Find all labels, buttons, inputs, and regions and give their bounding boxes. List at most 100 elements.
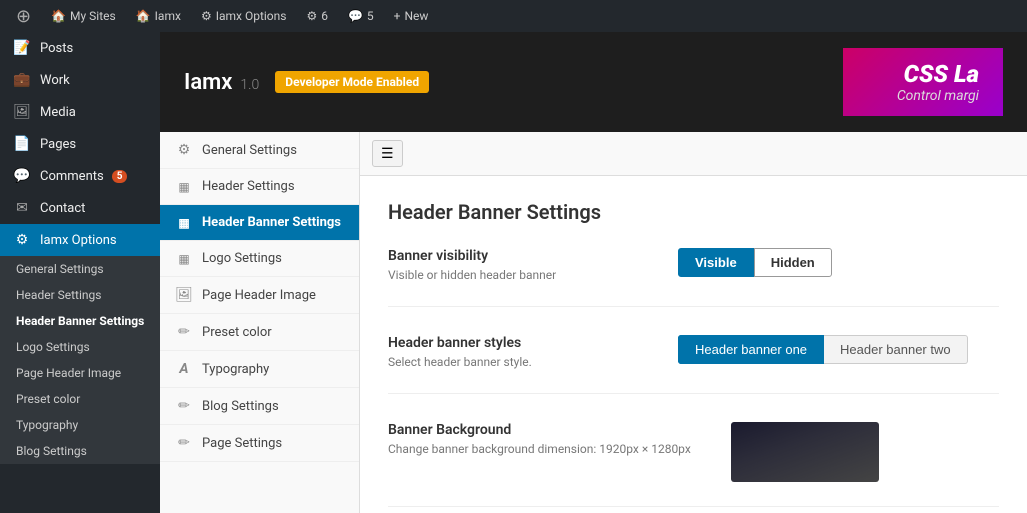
- banner-style-radio-group: Header banner one Header banner two: [678, 335, 968, 364]
- iamx-options-label: Iamx Options: [40, 233, 117, 248]
- nav-header-settings[interactable]: ▦ Header Settings: [160, 169, 359, 205]
- banner-background-row: Banner Background Change banner backgrou…: [388, 422, 999, 482]
- banner-two-btn[interactable]: Header banner two: [824, 335, 968, 364]
- blog-settings-label: Blog Settings: [202, 399, 279, 414]
- logo-settings-icon: ▦: [174, 252, 194, 266]
- settings-nav: ⚙ General Settings ▦ Header Settings ▦ H…: [160, 132, 360, 513]
- comments-label: Comments: [40, 169, 104, 184]
- sidebar-item-contact[interactable]: ✉ Contact: [0, 192, 160, 224]
- my-sites-btn[interactable]: 🏠 My Sites: [43, 0, 124, 32]
- visible-btn[interactable]: Visible: [678, 248, 754, 277]
- plugin-header: Iamx 1.0 Developer Mode Enabled CSS LaCo…: [160, 32, 1027, 132]
- updates-btn[interactable]: ⚙ 6: [298, 0, 336, 32]
- contact-label: Contact: [40, 201, 85, 216]
- page-header-image-label: Page Header Image: [202, 288, 316, 303]
- new-label: New: [404, 9, 428, 23]
- submenu-general-settings[interactable]: General Settings: [0, 256, 160, 282]
- media-label: Media: [40, 105, 76, 120]
- banner-visibility-desc: Visible or hidden header banner: [388, 268, 638, 282]
- media-icon: 🖼: [12, 104, 32, 120]
- logo-settings-label: Logo Settings: [202, 251, 282, 266]
- work-label: Work: [40, 73, 70, 88]
- sidebar: 📝 Posts 💼 Work 🖼 Media 📄 Pages 💬 Comment…: [0, 32, 160, 513]
- submenu-header-settings[interactable]: Header Settings: [0, 282, 160, 308]
- plugin-version: 1.0: [240, 77, 259, 93]
- banner-background-section: Banner Background Change banner backgrou…: [388, 422, 999, 507]
- updates-count: 6: [321, 9, 328, 23]
- submenu-preset-color[interactable]: Preset color: [0, 386, 160, 412]
- site-name-btn[interactable]: 🏠 Iamx: [128, 0, 189, 32]
- header-banner-styles-section: Header banner styles Select header banne…: [388, 335, 999, 394]
- nav-page-header-image[interactable]: 🖼 Page Header Image: [160, 277, 359, 314]
- banner-background-label-col: Banner Background Change banner backgrou…: [388, 422, 691, 456]
- general-settings-label: General Settings: [202, 143, 297, 158]
- banner-visibility-row: Banner visibility Visible or hidden head…: [388, 248, 999, 282]
- settings-content: Header Banner Settings Banner visibility…: [360, 176, 1027, 513]
- header-banner-styles-control: Header banner one Header banner two: [678, 335, 968, 364]
- submenu-page-header-image[interactable]: Page Header Image: [0, 360, 160, 386]
- sidebar-item-iamx-options[interactable]: ⚙ Iamx Options: [0, 224, 160, 256]
- nav-logo-settings[interactable]: ▦ Logo Settings: [160, 241, 359, 277]
- header-banner-styles-row: Header banner styles Select header banne…: [388, 335, 999, 369]
- header-settings-icon: ▦: [174, 180, 194, 194]
- nav-header-banner-settings[interactable]: ▦ Header Banner Settings: [160, 205, 359, 241]
- settings-main: ☰ Header Banner Settings Banner visibili…: [360, 132, 1027, 513]
- plugin-body: ⚙ General Settings ▦ Header Settings ▦ H…: [160, 132, 1027, 513]
- banner-one-btn[interactable]: Header banner one: [678, 335, 824, 364]
- main-layout: 📝 Posts 💼 Work 🖼 Media 📄 Pages 💬 Comment…: [0, 32, 1027, 513]
- plus-icon: +: [394, 9, 401, 23]
- iamx-submenu: General Settings Header Settings Header …: [0, 256, 160, 464]
- comment-icon: 💬: [348, 9, 363, 23]
- nav-page-settings[interactable]: ✏ Page Settings: [160, 425, 359, 462]
- iamx-gear-icon: ⚙: [12, 232, 32, 248]
- contact-icon: ✉: [12, 200, 32, 216]
- toolbar-layout-btn[interactable]: ☰: [372, 140, 403, 167]
- page-settings-icon: ✏: [174, 435, 194, 451]
- visibility-toggle-group: Visible Hidden: [678, 248, 832, 277]
- banner-preview[interactable]: [731, 422, 879, 482]
- my-sites-label: My Sites: [70, 9, 116, 23]
- admin-bar: ⊕ 🏠 My Sites 🏠 Iamx ⚙ Iamx Options ⚙ 6 💬…: [0, 0, 1027, 32]
- sidebar-item-work[interactable]: 💼 Work: [0, 64, 160, 96]
- comments-btn[interactable]: 💬 5: [340, 0, 382, 32]
- nav-blog-settings[interactable]: ✏ Blog Settings: [160, 388, 359, 425]
- sidebar-item-media[interactable]: 🖼 Media: [0, 96, 160, 128]
- content-area: Iamx 1.0 Developer Mode Enabled CSS LaCo…: [160, 32, 1027, 513]
- submenu-header-banner-settings[interactable]: Header Banner Settings: [0, 308, 160, 334]
- sidebar-item-comments[interactable]: 💬 Comments 5: [0, 160, 160, 192]
- banner-visibility-label-col: Banner visibility Visible or hidden head…: [388, 248, 638, 282]
- gear-icon: ⚙: [201, 9, 212, 23]
- hidden-btn[interactable]: Hidden: [754, 248, 832, 277]
- pages-icon: 📄: [12, 136, 32, 152]
- iamx-options-btn[interactable]: ⚙ Iamx Options: [193, 0, 295, 32]
- pages-label: Pages: [40, 137, 76, 152]
- header-banner-styles-label-col: Header banner styles Select header banne…: [388, 335, 638, 369]
- nav-preset-color[interactable]: ✏ Preset color: [160, 314, 359, 351]
- comments-count: 5: [367, 9, 374, 23]
- header-banner-styles-desc: Select header banner style.: [388, 355, 638, 369]
- house-icon: 🏠: [136, 9, 151, 23]
- header-settings-label: Header Settings: [202, 179, 295, 194]
- banner-background-label: Banner Background: [388, 422, 691, 438]
- css-promo-banner[interactable]: CSS LaControl margi: [843, 48, 1003, 116]
- general-settings-icon: ⚙: [174, 142, 194, 158]
- submenu-blog-settings[interactable]: Blog Settings: [0, 438, 160, 464]
- sidebar-item-posts[interactable]: 📝 Posts: [0, 32, 160, 64]
- dev-mode-badge: Developer Mode Enabled: [275, 71, 429, 93]
- banner-preview-inner: [731, 422, 879, 482]
- posts-icon: 📝: [12, 40, 32, 56]
- submenu-logo-settings[interactable]: Logo Settings: [0, 334, 160, 360]
- nav-general-settings[interactable]: ⚙ General Settings: [160, 132, 359, 169]
- preset-color-label: Preset color: [202, 325, 272, 340]
- comments-icon: 💬: [12, 168, 32, 184]
- wp-logo[interactable]: ⊕: [8, 0, 39, 32]
- site-name-label: Iamx: [155, 9, 181, 23]
- banner-visibility-label: Banner visibility: [388, 248, 638, 264]
- nav-typography[interactable]: A Typography: [160, 351, 359, 388]
- page-settings-label: Page Settings: [202, 436, 282, 451]
- work-icon: 💼: [12, 72, 32, 88]
- iamx-options-label: Iamx Options: [216, 9, 287, 23]
- new-btn[interactable]: + New: [386, 0, 437, 32]
- sidebar-item-pages[interactable]: 📄 Pages: [0, 128, 160, 160]
- submenu-typography[interactable]: Typography: [0, 412, 160, 438]
